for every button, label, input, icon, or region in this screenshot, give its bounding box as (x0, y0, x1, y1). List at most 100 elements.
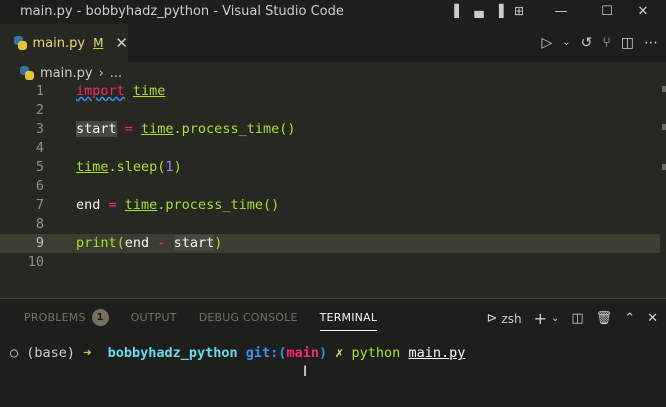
panel-tab[interactable]: DEBUG CONSOLE (199, 311, 298, 330)
chevron-up-icon[interactable]: ⌃ (624, 311, 635, 326)
code-token: = (116, 121, 142, 137)
run-icon[interactable]: ▷ (541, 35, 552, 51)
scrollbar-marker (662, 164, 666, 170)
line-number: 10 (27, 254, 44, 270)
code-text: print(end - start) (76, 234, 222, 253)
line-number: 9 (35, 235, 44, 251)
code-token: time (132, 83, 166, 99)
code-line[interactable]: 1 import time (0, 82, 660, 101)
command-file: main.py (408, 345, 466, 361)
panel-tabs: PROBLEMS 1 OUTPUT DEBUG CONSOLE TERMINAL (24, 309, 378, 332)
python-file-icon (14, 36, 27, 50)
line-number: 1 (35, 83, 44, 99)
trash-icon[interactable]: 🗑 (596, 311, 613, 326)
panel-tab-label: OUTPUT (130, 311, 177, 324)
code-token: .sleep( (108, 159, 166, 175)
code-token: ) (173, 159, 182, 175)
layout-controls: ▌ ▄ ▐ ⊞ (452, 4, 526, 18)
line-number: 5 (35, 159, 44, 175)
panel-tab[interactable]: PROBLEMS 1 (24, 309, 109, 332)
breadcrumb-file[interactable]: main.py (40, 66, 93, 81)
chevron-down-icon[interactable]: ⌄ (551, 313, 559, 324)
split-terminal-icon[interactable]: ◫ (571, 311, 583, 326)
chevron-down-icon[interactable]: ⌄ (562, 35, 570, 51)
python-file-icon (20, 66, 34, 80)
tab-main-py[interactable]: main.py M ✕ (0, 24, 128, 62)
bottom-panel: PROBLEMS 1 OUTPUT DEBUG CONSOLE TERMINAL ⊳ z… (0, 298, 666, 407)
customize-layout-icon[interactable]: ⊞ (512, 4, 526, 18)
code-line[interactable]: 2 (0, 101, 660, 120)
prompt-arrow-icon: ➜ (83, 345, 92, 361)
code-text: time.sleep(1) (76, 158, 182, 177)
code-line[interactable]: 10 (0, 253, 660, 272)
code-text: end = time.process_time() (76, 196, 279, 215)
tab-label: main.py (32, 35, 86, 51)
code-line[interactable]: 6 (0, 177, 660, 196)
code-token: - (149, 235, 174, 251)
problems-count-badge: 1 (91, 309, 109, 326)
panel-tab[interactable]: OUTPUT (131, 311, 177, 330)
plus-icon[interactable]: + (534, 309, 547, 328)
git-prefix: git:( (245, 345, 287, 361)
code-token: 1 (165, 159, 174, 175)
window-title: main.py - bobbyhadz_python - Visual Stud… (20, 4, 344, 19)
code-line[interactable]: 7 end = time.process_time() (0, 196, 660, 215)
minimize-button[interactable]: — (538, 0, 584, 24)
code-token: time (124, 197, 158, 213)
code-line[interactable]: 5 time.sleep(1) (0, 158, 660, 177)
editor-tab-bar: main.py M ✕ ▷ ⌄ ↺ ⑂ ◫ ⋯ (0, 24, 666, 62)
command-python: python (351, 345, 401, 361)
layout-sidebar-left-icon[interactable]: ▌ (452, 4, 466, 18)
code-line[interactable]: 9 print(end - start) (0, 234, 660, 253)
line-number: 2 (35, 102, 44, 118)
close-tab-icon[interactable]: ✕ (115, 34, 128, 52)
line-number: 3 (35, 121, 44, 137)
line-number: 8 (35, 216, 44, 232)
terminal-prompt[interactable]: ○ (base) ➜ bobbyhadz_python git:(main) ✗… (10, 345, 465, 361)
breadcrumb: main.py › ... (20, 64, 122, 82)
code-token: time (76, 159, 109, 175)
layout-panel-icon[interactable]: ▄ (472, 4, 486, 18)
scrollbar-marker (662, 124, 666, 130)
modified-indicator: M (93, 36, 104, 50)
line-number: 6 (35, 178, 44, 194)
current-dir: bobbyhadz_python (107, 345, 238, 361)
code-token: ) (214, 235, 223, 251)
panel-tab[interactable]: TERMINAL (319, 310, 378, 331)
git-branch: main (286, 345, 319, 361)
more-icon[interactable]: ⋯ (644, 35, 658, 51)
terminal-icon[interactable]: ⊳ (487, 311, 498, 326)
code-token: start (173, 235, 215, 251)
code-text: start = time.process_time() (76, 120, 295, 139)
scrollbar-marker (662, 86, 666, 92)
close-icon[interactable]: ✕ (647, 311, 658, 326)
timeline-icon[interactable]: ↺ (581, 35, 593, 51)
breadcrumb-more[interactable]: ... (110, 66, 122, 81)
code-line[interactable]: 4 (0, 139, 660, 158)
code-token: print( (76, 235, 125, 251)
split-editor-icon[interactable]: ◫ (621, 35, 634, 51)
shell-name[interactable]: zsh (501, 312, 521, 326)
git-dirty-icon: ✗ (335, 345, 344, 361)
panel-tab-label: TERMINAL (319, 310, 378, 324)
source-control-icon[interactable]: ⑂ (602, 35, 610, 51)
code-token: end (124, 235, 150, 251)
line-number: 7 (35, 197, 44, 213)
line-number: 4 (35, 140, 44, 156)
code-token: import (76, 83, 125, 99)
code-line[interactable]: 3 start = time.process_time() (0, 120, 660, 139)
panel-actions: ⊳ zsh + ⌄ ◫ 🗑 ⌃ ✕ (487, 309, 658, 328)
conda-env: (base) (26, 345, 76, 361)
code-token: end (76, 197, 101, 213)
panel-tab-label: PROBLEMS (24, 311, 86, 324)
code-text: import time (76, 82, 165, 101)
code-token: start (76, 121, 117, 137)
code-line[interactable]: 8 (0, 215, 660, 234)
code-editor[interactable]: 1 import time 2 3 start = time.process_time(… (0, 82, 666, 298)
git-suffix: ) (318, 345, 328, 361)
breadcrumb-separator: › (98, 65, 104, 81)
code-token: .process_time() (173, 121, 296, 137)
panel-tab-label: DEBUG CONSOLE (198, 311, 298, 324)
close-window-button[interactable]: ✕ (620, 0, 666, 24)
layout-sidebar-right-icon[interactable]: ▐ (492, 4, 506, 18)
